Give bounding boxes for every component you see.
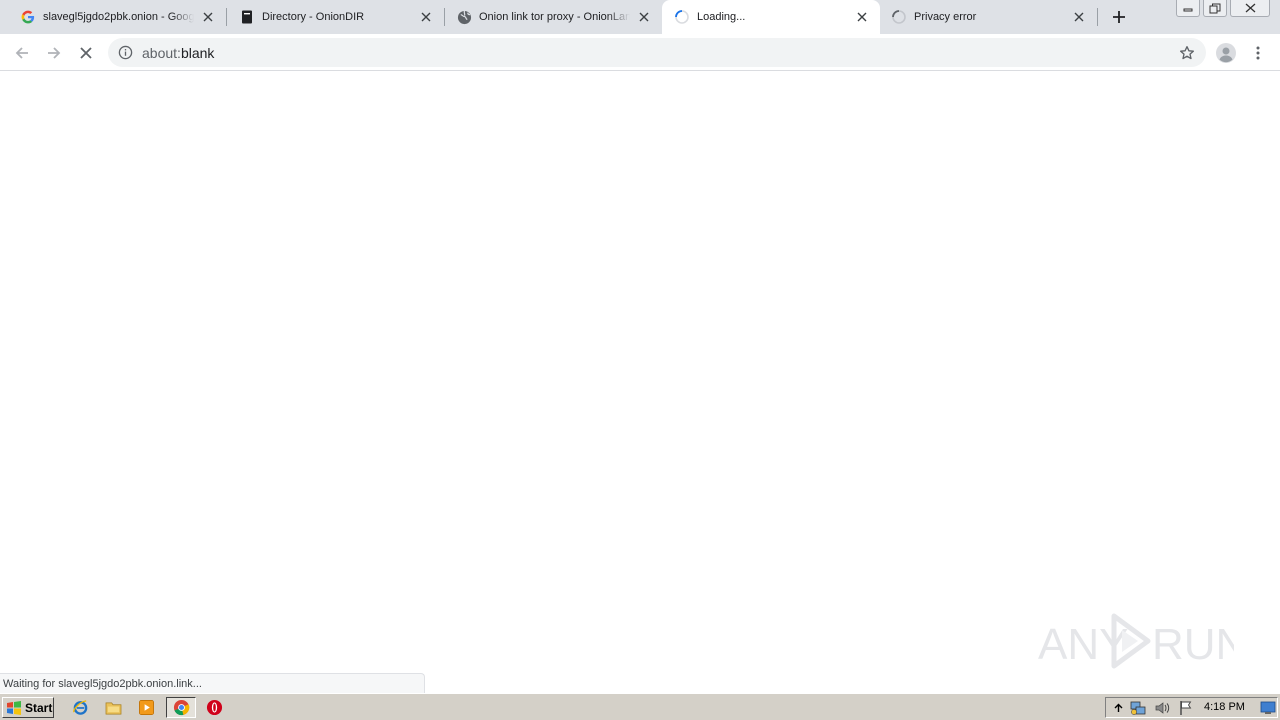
start-button[interactable]: Start xyxy=(2,697,54,718)
close-icon[interactable] xyxy=(636,9,652,25)
address-bar[interactable]: about:blank xyxy=(108,38,1206,67)
close-window-button[interactable] xyxy=(1230,0,1270,17)
avatar-icon xyxy=(1216,43,1236,63)
tab-strip: slavegl5jgdo2pbk.onion - Google Search D… xyxy=(0,0,1280,34)
show-desktop-icon[interactable] xyxy=(1260,700,1276,716)
page-content: ANY RUN Waiting for slavegl5jgdo2pbk.oni… xyxy=(0,72,1280,694)
info-icon[interactable] xyxy=(117,44,134,61)
restore-button[interactable] xyxy=(1203,0,1227,17)
svg-text:RUN: RUN xyxy=(1152,620,1234,669)
browser-toolbar: about:blank xyxy=(0,34,1280,71)
windows-taskbar: Start 4:18 PM xyxy=(0,693,1280,720)
tab-onionland-search[interactable]: Onion link tor proxy - OnionLand Search xyxy=(445,0,662,34)
tab-loading-active[interactable]: Loading... xyxy=(662,0,880,34)
chrome-icon[interactable] xyxy=(166,697,196,718)
profile-button[interactable] xyxy=(1213,40,1239,66)
taskbar-clock[interactable]: 4:18 PM xyxy=(1204,701,1245,713)
tab-title: Loading... xyxy=(697,11,746,23)
minimize-icon xyxy=(1183,8,1193,12)
back-button[interactable] xyxy=(9,40,35,66)
internet-explorer-icon[interactable] xyxy=(69,697,91,718)
close-icon[interactable] xyxy=(1071,9,1087,25)
media-player-icon[interactable] xyxy=(135,697,157,718)
forward-button[interactable] xyxy=(41,40,67,66)
arrow-left-icon xyxy=(15,47,28,59)
url-host: blank xyxy=(180,45,215,61)
close-icon xyxy=(80,47,92,59)
minimize-button[interactable] xyxy=(1176,0,1200,17)
new-tab-button[interactable] xyxy=(1108,6,1130,28)
stop-loading-button[interactable] xyxy=(73,40,99,66)
network-icon[interactable] xyxy=(1130,700,1146,716)
globe-icon xyxy=(456,9,472,25)
more-vert-icon xyxy=(1256,46,1260,60)
status-bubble: Waiting for slavegl5jgdo2pbk.onion.link.… xyxy=(0,673,425,694)
close-icon xyxy=(1245,3,1255,13)
arrow-right-icon xyxy=(48,47,61,59)
windows-logo-icon xyxy=(7,700,21,715)
plus-icon xyxy=(1113,11,1125,23)
tab-onion-dir[interactable]: Directory - OnionDIR xyxy=(227,0,444,34)
tab-title: Onion link tor proxy - OnionLand Search xyxy=(479,11,630,23)
tab-title: Directory - OnionDIR xyxy=(262,11,365,23)
url-text[interactable]: about:blank xyxy=(142,45,214,61)
close-icon[interactable] xyxy=(854,9,870,25)
loading-spinner-icon xyxy=(891,9,907,25)
tab-title: slavegl5jgdo2pbk.onion - Google Search xyxy=(43,11,194,23)
restore-icon xyxy=(1209,3,1221,13)
opera-icon[interactable] xyxy=(203,697,225,718)
menu-button[interactable] xyxy=(1245,40,1271,66)
start-label: Start xyxy=(25,700,53,715)
bookmark-star-icon[interactable] xyxy=(1178,44,1196,62)
action-center-flag-icon[interactable] xyxy=(1178,700,1194,716)
close-icon[interactable] xyxy=(418,9,434,25)
tab-google-search[interactable]: slavegl5jgdo2pbk.onion - Google Search xyxy=(0,0,226,34)
volume-icon[interactable] xyxy=(1154,700,1170,716)
file-explorer-icon[interactable] xyxy=(102,697,124,718)
window-controls xyxy=(1173,0,1270,18)
close-icon[interactable] xyxy=(200,9,216,25)
system-tray: 4:18 PM xyxy=(1105,697,1278,718)
google-g-icon xyxy=(20,9,36,25)
book-icon xyxy=(239,9,255,25)
url-scheme: about: xyxy=(142,45,181,61)
show-hidden-icons-icon[interactable] xyxy=(1110,700,1126,716)
tab-separator xyxy=(1097,8,1098,26)
tab-title: Privacy error xyxy=(914,11,977,23)
tab-privacy-error[interactable]: Privacy error xyxy=(880,0,1097,34)
anyrun-watermark-logo: ANY RUN xyxy=(1038,613,1234,669)
loading-spinner-icon xyxy=(674,9,690,25)
